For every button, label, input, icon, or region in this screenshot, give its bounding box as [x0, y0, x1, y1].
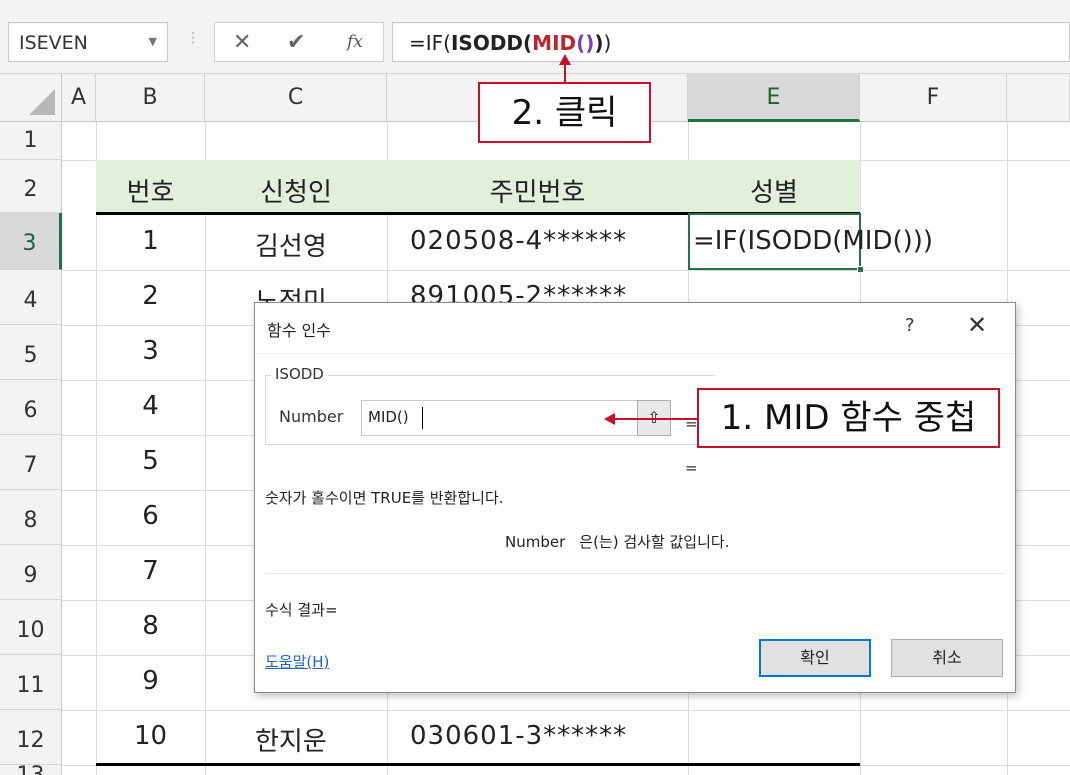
- active-cell-formula: =IF(ISODD(MID())): [693, 226, 934, 256]
- callout-step-1: 1. MID 함수 중첩: [697, 388, 1000, 448]
- row-header-3[interactable]: 3: [0, 213, 62, 270]
- number-arg-input[interactable]: MID(): [361, 400, 641, 436]
- gridline: [205, 122, 206, 775]
- row-header-7[interactable]: 7: [0, 435, 62, 490]
- arrow-left-icon: [604, 413, 615, 425]
- callout-arrow-line: [612, 418, 698, 420]
- chevron-down-icon[interactable]: ▼: [149, 35, 157, 48]
- dialog-title: 함수 인수: [267, 321, 331, 340]
- number-arg-value: MID(): [368, 408, 409, 426]
- header-cell-applicant[interactable]: 신청인: [205, 172, 387, 209]
- help-icon[interactable]: ?: [905, 315, 915, 336]
- gridline: [62, 270, 1070, 271]
- cancel-button[interactable]: 취소: [891, 639, 1003, 677]
- formula-buttons: ✕ ✔ fx: [214, 22, 384, 62]
- formula-text: =IF(ISODD(MID())): [409, 31, 611, 55]
- divider: [255, 353, 1015, 354]
- row-header-12[interactable]: 12: [0, 710, 62, 765]
- drag-handle-icon[interactable]: ⋮: [186, 30, 200, 46]
- cell-number[interactable]: 6: [96, 501, 205, 531]
- callout-step-2: 2. 클릭: [478, 82, 651, 143]
- function-name-label: ISODD: [271, 365, 328, 383]
- select-all-triangle-icon: [29, 89, 55, 115]
- header-cell-id-number[interactable]: 주민번호: [387, 172, 688, 209]
- row-header-10[interactable]: 10: [0, 600, 62, 655]
- enter-icon[interactable]: ✔: [287, 30, 305, 55]
- row-header-2[interactable]: 2: [0, 160, 62, 213]
- cell-id-number[interactable]: 030601-3******: [410, 721, 627, 751]
- row-header-1[interactable]: 1: [0, 122, 62, 160]
- formula-suffix: ): [594, 31, 604, 55]
- function-description: 숫자가 홀수이면 TRUE를 반환합니다.: [265, 489, 504, 507]
- cell-number[interactable]: 4: [96, 391, 205, 421]
- cell-number[interactable]: 9: [96, 666, 205, 696]
- formula-close: ): [603, 31, 612, 55]
- row-header-13[interactable]: 13: [0, 765, 62, 775]
- select-all-corner[interactable]: [0, 74, 62, 122]
- text-caret: [422, 407, 423, 429]
- header-cell-gender[interactable]: 성별: [688, 172, 860, 209]
- column-header-e[interactable]: E: [688, 74, 860, 122]
- formula-input[interactable]: =IF(ISODD(MID())): [392, 22, 1070, 62]
- ok-button[interactable]: 확인: [759, 639, 871, 677]
- arg-desc-text: 은(는) 검사할 값입니다.: [579, 533, 730, 551]
- formula-result-label: 수식 결과=: [265, 601, 338, 619]
- number-arg-label: Number: [279, 407, 344, 426]
- cell-number[interactable]: 3: [96, 336, 205, 366]
- column-header-c[interactable]: C: [205, 74, 387, 122]
- cell-applicant[interactable]: 김선영: [255, 226, 327, 263]
- help-link[interactable]: 도움말(H): [265, 651, 329, 672]
- fill-handle[interactable]: [857, 266, 864, 273]
- formula-bar-area: ISEVEN ▼ ⋮ ✕ ✔ fx =IF(ISODD(MID())): [0, 0, 1070, 74]
- formula-parens: (): [576, 31, 595, 55]
- row-header-5[interactable]: 5: [0, 325, 62, 380]
- cell-id-number[interactable]: 020508-4******: [410, 226, 627, 256]
- cell-number[interactable]: 8: [96, 611, 205, 641]
- formula-mid: MID: [532, 31, 577, 55]
- insert-function-icon[interactable]: fx: [347, 32, 363, 52]
- formula-isodd: ISODD(: [450, 31, 533, 55]
- row-header-6[interactable]: 6: [0, 380, 62, 435]
- row-header-9[interactable]: 9: [0, 545, 62, 600]
- cell-number[interactable]: 1: [96, 226, 205, 256]
- arg-desc-label: Number: [505, 533, 566, 551]
- column-header-g[interactable]: [1007, 74, 1070, 122]
- cell-number[interactable]: 2: [96, 281, 205, 311]
- row-header-8[interactable]: 8: [0, 490, 62, 545]
- cancel-icon[interactable]: ✕: [233, 30, 251, 55]
- cell-number[interactable]: 5: [96, 446, 205, 476]
- divider: [265, 573, 1005, 574]
- column-header-f[interactable]: F: [860, 74, 1007, 122]
- column-header-b[interactable]: B: [96, 74, 205, 122]
- name-box[interactable]: ISEVEN ▼: [8, 22, 168, 62]
- name-box-value: ISEVEN: [19, 32, 88, 54]
- cell-number[interactable]: 7: [96, 556, 205, 586]
- arrow-up-icon: [559, 54, 571, 65]
- cell-number[interactable]: 10: [96, 721, 205, 751]
- row-header-4[interactable]: 4: [0, 270, 62, 325]
- header-cell-number[interactable]: 번호: [96, 172, 205, 209]
- argument-description: Number 은(는) 검사할 값입니다.: [505, 531, 729, 552]
- formula-prefix: =IF(: [409, 31, 451, 55]
- column-header-a[interactable]: A: [62, 74, 96, 122]
- gridline: [62, 710, 1070, 711]
- cell-applicant[interactable]: 한지운: [255, 721, 327, 758]
- function-result-equals: =: [685, 459, 698, 477]
- function-arguments-dialog: 함수 인수 ? ✕ ISODD Number MID() ⇧ = = 숫자가 홀…: [254, 302, 1016, 693]
- close-icon[interactable]: ✕: [967, 311, 987, 339]
- table-bottom-border: [96, 763, 860, 766]
- row-header-11[interactable]: 11: [0, 655, 62, 710]
